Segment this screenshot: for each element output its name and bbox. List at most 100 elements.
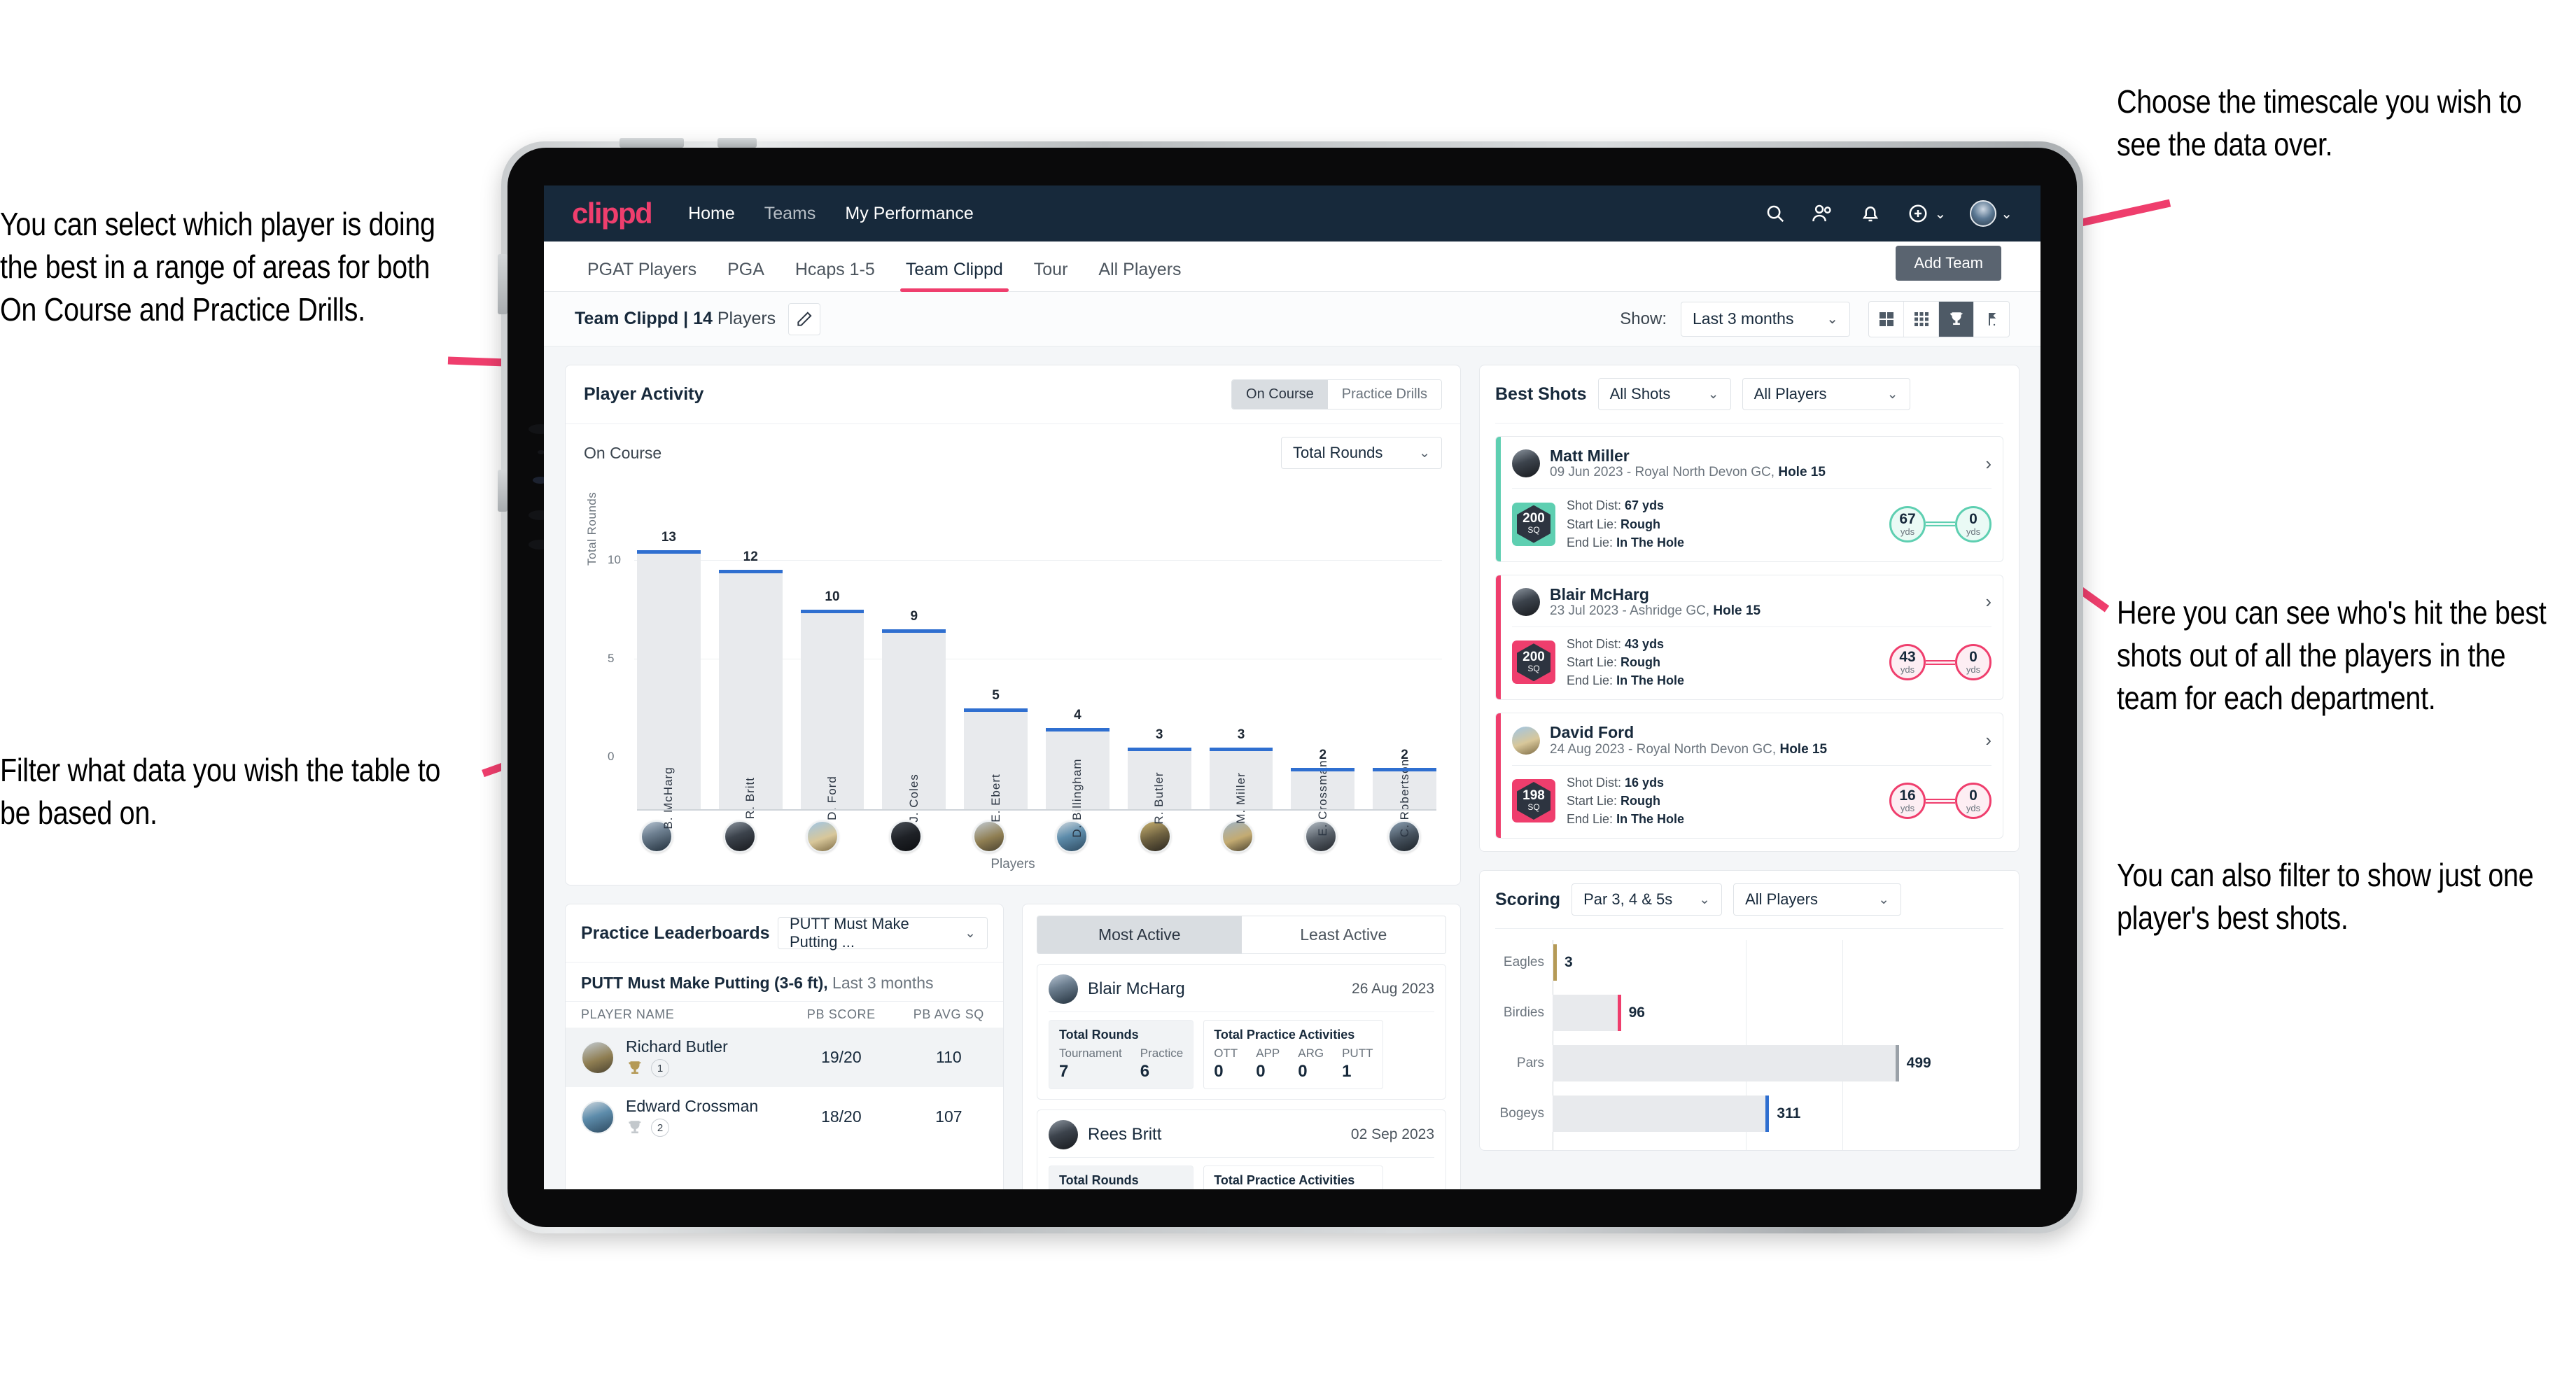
clippd-logo[interactable]: clippd — [572, 197, 652, 230]
best-shots-header: Best Shots All Shots ⌄ All Players ⌄ — [1480, 365, 2019, 423]
bar-column[interactable]: 4 D. Billingham — [1046, 534, 1110, 811]
activity-player-name: Rees Britt — [1088, 1125, 1161, 1144]
tab-tour[interactable]: Tour — [1018, 260, 1084, 291]
bar-column[interactable]: 2 E. Crossman — [1291, 534, 1354, 811]
power-button[interactable] — [620, 138, 684, 148]
best-shot-card[interactable]: Matt Miller 09 Jun 2023 - Royal North Dev… — [1495, 436, 2003, 562]
bottom-row: Practice Leaderboards PUTT Must Make Put… — [565, 904, 1461, 1189]
tab-least-active[interactable]: Least Active — [1242, 916, 1446, 953]
table-row[interactable]: Edward Crossman 2 18/20 107 — [566, 1087, 1003, 1147]
shot-meta-date: 24 Aug 2023 - Royal North Devon GC, — [1550, 742, 1779, 757]
avatar-chevron-down-icon[interactable]: ⌄ — [2001, 205, 2012, 223]
seg-practice-drills[interactable]: Practice Drills — [1328, 380, 1441, 409]
tab-hcaps-1-5[interactable]: Hcaps 1-5 — [780, 260, 890, 291]
bar-column[interactable]: 10 D. Ford — [801, 534, 864, 811]
activity-card-item[interactable]: Rees Britt 02 Sep 2023 Total RoundsTournam… — [1037, 1110, 1446, 1189]
bar-column[interactable]: 12 R. Britt — [719, 534, 783, 811]
scoring-row[interactable]: Pars 499 — [1495, 1045, 2003, 1082]
chevron-right-icon[interactable]: › — [1985, 591, 1991, 612]
timescale-select[interactable]: Last 3 months ⌄ — [1681, 302, 1850, 337]
scoring-row[interactable]: Eagles 3 — [1495, 944, 2003, 981]
scoring-player-select[interactable]: All Players ⌄ — [1733, 883, 1901, 916]
bar[interactable]: C. Robertson — [1373, 771, 1436, 811]
bar[interactable]: B. McHarg — [637, 554, 701, 811]
bar-column[interactable]: 13 B. McHarg — [637, 534, 701, 811]
bar-column[interactable]: 5 E. Ebert — [964, 534, 1028, 811]
player-avatar[interactable] — [956, 820, 1021, 853]
grid-4-icon[interactable] — [1869, 302, 1904, 337]
rounds-stat: Practice 6 — [1140, 1046, 1183, 1082]
bar[interactable]: M. Miller — [1210, 751, 1273, 811]
player-avatar[interactable] — [708, 820, 773, 853]
best-shots-player-select[interactable]: All Players ⌄ — [1742, 378, 1910, 410]
drill-select[interactable]: PUTT Must Make Putting ... ⌄ — [778, 917, 988, 949]
bar-category-label: R. Britt — [743, 777, 757, 819]
shot-filter-select[interactable]: All Shots ⌄ — [1598, 378, 1731, 410]
side-button-lower[interactable] — [498, 470, 507, 512]
search-icon[interactable] — [1763, 202, 1787, 225]
player-avatar[interactable] — [874, 820, 939, 853]
plus-circle-icon[interactable] — [1906, 202, 1930, 225]
table-row[interactable]: Richard Butler 1 19/20 110 — [566, 1028, 1003, 1087]
node-start-value: 67 — [1899, 512, 1915, 526]
best-shot-card[interactable]: David Ford 24 Aug 2023 - Royal North Devo… — [1495, 713, 2003, 839]
trophy-icon[interactable] — [1939, 302, 1974, 337]
node-end-unit: yds — [1966, 526, 1980, 537]
total-practice-title: Total Practice Activities — [1214, 1028, 1373, 1042]
player-avatar[interactable] — [790, 820, 855, 853]
shot-player-name: Blair McHarg — [1550, 585, 1760, 603]
chevron-right-icon[interactable]: › — [1985, 453, 1991, 475]
people-icon[interactable] — [1811, 202, 1835, 225]
side-button-upper[interactable] — [498, 254, 507, 314]
tab-pgat-players[interactable]: PGAT Players — [572, 260, 712, 291]
bar-column[interactable]: 3 R. Butler — [1128, 534, 1191, 811]
metric-select[interactable]: Total Rounds ⌄ — [1281, 437, 1442, 469]
bar-value-label: 13 — [637, 530, 701, 545]
bar[interactable]: E. Crossman — [1291, 771, 1354, 811]
tab-most-active[interactable]: Most Active — [1037, 916, 1242, 953]
nav-link-teams[interactable]: Teams — [764, 204, 816, 224]
player-avatar[interactable] — [1123, 820, 1188, 853]
seg-on-course[interactable]: On Course — [1232, 380, 1328, 409]
bar-column[interactable]: 2 C. Robertson — [1373, 534, 1436, 811]
tab-pga[interactable]: PGA — [712, 260, 780, 291]
bar-column[interactable]: 9 J. Coles — [882, 534, 946, 811]
chevron-down-icon: ⌄ — [1826, 310, 1838, 328]
rank-row: 1 — [626, 1059, 728, 1077]
edit-team-button[interactable] — [788, 303, 820, 335]
tab-all-players[interactable]: All Players — [1083, 260, 1196, 291]
add-team-button[interactable]: Add Team — [1896, 246, 2001, 281]
bar-column[interactable]: 3 M. Miller — [1210, 534, 1273, 811]
bell-icon[interactable] — [1858, 202, 1882, 225]
activity-card-item[interactable]: Blair McHarg 26 Aug 2023 Total Rounds Tourn… — [1037, 964, 1446, 1100]
start-lie-value: Rough — [1620, 794, 1660, 808]
golf-flag-icon[interactable] — [1974, 302, 2009, 337]
volume-button[interactable] — [718, 138, 757, 148]
shot-meta-date: 09 Jun 2023 - Royal North Devon GC, — [1550, 465, 1778, 479]
nav-link-my-performance[interactable]: My Performance — [845, 204, 973, 224]
activity-date: 02 Sep 2023 — [1351, 1126, 1434, 1143]
bar[interactable]: J. Coles — [882, 633, 946, 811]
scoring-row[interactable]: Bogeys 311 — [1495, 1096, 2003, 1132]
bar[interactable]: D. Ford — [801, 613, 864, 811]
scoring-row[interactable]: Birdies 96 — [1495, 995, 2003, 1031]
practice-stat: ARG 0 — [1298, 1046, 1324, 1082]
bar[interactable]: D. Billingham — [1046, 732, 1110, 811]
plus-chevron-down-icon[interactable]: ⌄ — [1934, 205, 1946, 223]
best-shot-card[interactable]: Blair McHarg 23 Jul 2023 - Ashridge GC, H… — [1495, 575, 2003, 701]
bar[interactable]: R. Butler — [1128, 751, 1191, 811]
chevron-down-icon: ⌄ — [1409, 445, 1430, 461]
shot-meta-hole: Hole 15 — [1779, 742, 1827, 757]
player-avatar[interactable] — [624, 820, 690, 853]
bar[interactable]: E. Ebert — [964, 712, 1028, 811]
total-practice-title: Total Practice Activities — [1214, 1173, 1373, 1188]
chevron-right-icon[interactable]: › — [1985, 729, 1991, 751]
player-avatar[interactable] — [1205, 820, 1270, 853]
shot-dist-value: 16 yds — [1625, 776, 1664, 790]
tab-team-clippd[interactable]: Team Clippd — [890, 260, 1018, 291]
grid-9-icon[interactable] — [1904, 302, 1939, 337]
par-select[interactable]: Par 3, 4 & 5s ⌄ — [1572, 883, 1722, 916]
avatar[interactable] — [1970, 200, 1996, 227]
nav-link-home[interactable]: Home — [688, 204, 735, 224]
bar[interactable]: R. Britt — [719, 573, 783, 811]
